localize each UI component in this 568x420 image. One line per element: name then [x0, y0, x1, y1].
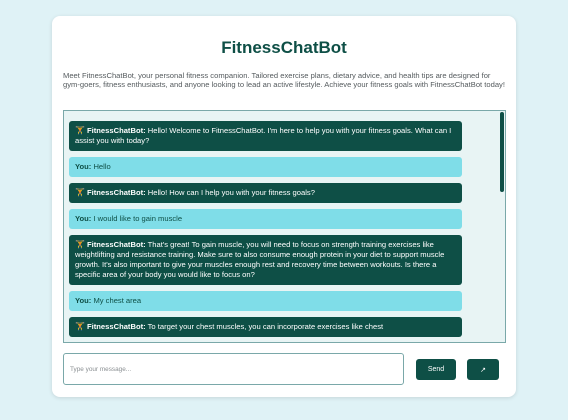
user-message: You: Hello — [69, 157, 462, 177]
message-sender: FitnessChatBot: — [87, 188, 146, 197]
dumbbell-icon: 🏋 — [75, 188, 85, 197]
bot-message: 🏋 FitnessChatBot: Hello! How can I help y… — [69, 183, 462, 203]
message-text: I would like to gain muscle — [93, 214, 183, 223]
message-sender: You: — [75, 296, 92, 305]
message-sender: FitnessChatBot: — [87, 126, 146, 135]
chat-log[interactable]: 🏋 FitnessChatBot: Hello! Welcome to Fitne… — [63, 110, 506, 343]
page-title: FitnessChatBot — [221, 38, 347, 57]
message-text: Hello! How can I help you with your fitn… — [147, 188, 315, 197]
chat-card: FitnessChatBot Meet FitnessChatBot, your… — [52, 16, 516, 397]
message-sender: FitnessChatBot: — [87, 240, 146, 249]
user-message: You: My chest area — [69, 291, 462, 311]
intro-text: Meet FitnessChatBot, your personal fitne… — [63, 71, 505, 90]
message-text: To target your chest muscles, you can in… — [147, 322, 384, 331]
dumbbell-icon: 🏋 — [75, 126, 85, 135]
bot-message: 🏋 FitnessChatBot: Hello! Welcome to Fitne… — [69, 121, 462, 151]
message-text: My chest area — [93, 296, 142, 305]
dumbbell-icon: 🏋 — [75, 322, 85, 331]
user-message: You: I would like to gain muscle — [69, 209, 462, 229]
bot-message: 🏋 FitnessChatBot: To target your chest mu… — [69, 317, 462, 337]
expand-icon[interactable]: ↗ — [467, 359, 499, 380]
message-text: Hello — [93, 162, 111, 171]
message-input[interactable] — [63, 353, 404, 385]
message-sender: You: — [75, 162, 92, 171]
chat-scrollbar[interactable] — [500, 112, 504, 192]
message-sender: FitnessChatBot: — [87, 322, 146, 331]
send-button[interactable]: Send — [416, 359, 456, 380]
dumbbell-icon: 🏋 — [75, 240, 85, 249]
bot-message: 🏋 FitnessChatBot: That's great! To gain m… — [69, 235, 462, 285]
message-sender: You: — [75, 214, 92, 223]
message-list: 🏋 FitnessChatBot: Hello! Welcome to Fitne… — [69, 121, 462, 342]
